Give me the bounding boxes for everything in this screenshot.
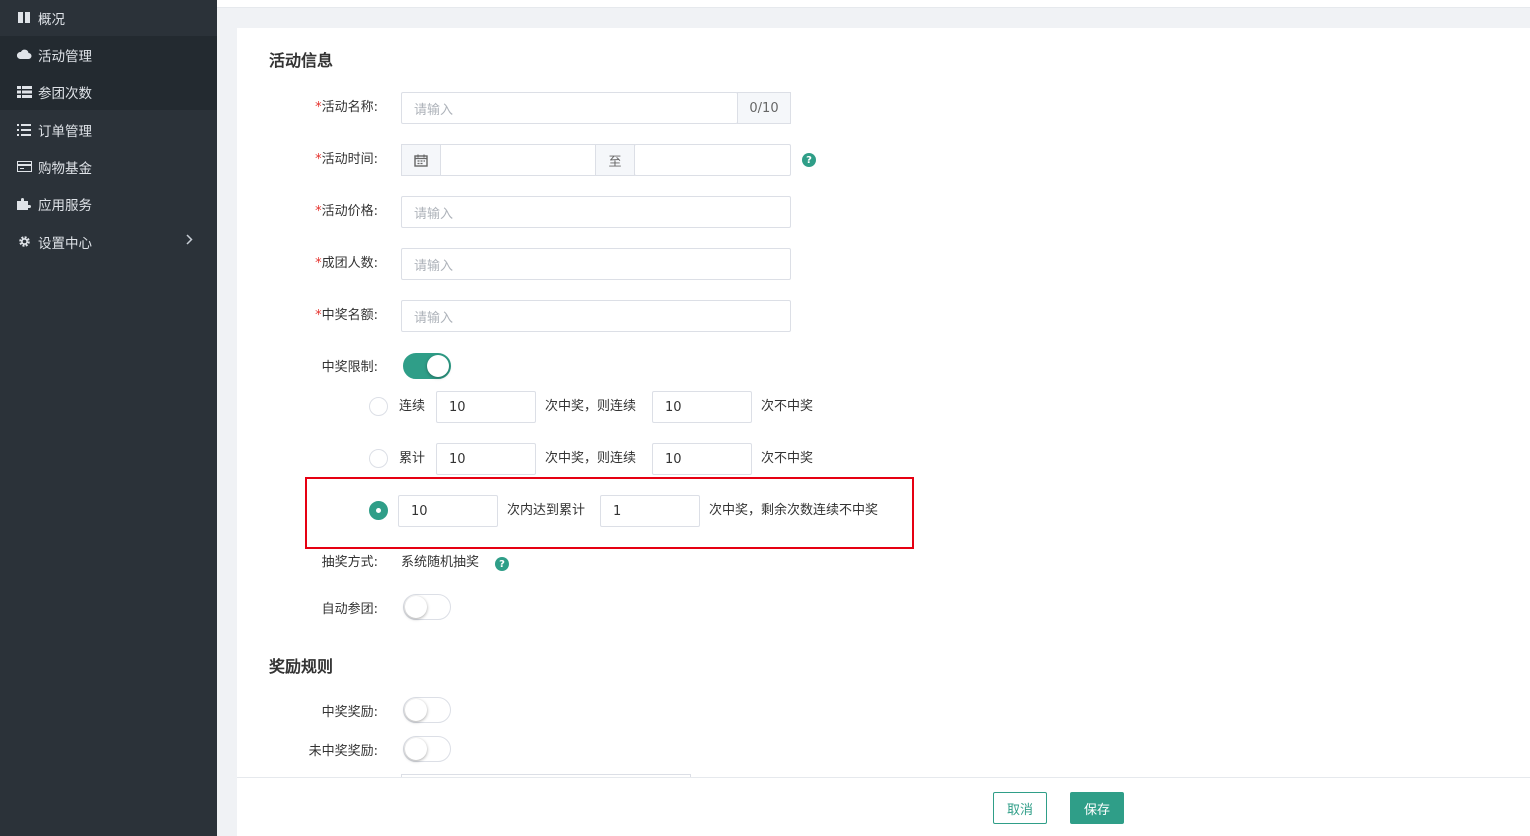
- activity-name-input[interactable]: 请输入: [401, 92, 738, 124]
- cloud-icon: [16, 48, 32, 62]
- table-icon: [16, 85, 32, 99]
- sidebar-item-fund[interactable]: 购物基金: [0, 148, 217, 185]
- win-limit-label: 中奖限制:: [321, 360, 378, 375]
- activity-price-label: *活动价格:: [315, 204, 378, 219]
- top-bar: [217, 0, 1530, 8]
- win-reward-label: 中奖奖励:: [321, 705, 378, 720]
- group-size-label: *成团人数:: [315, 256, 378, 271]
- option-middle-text: 次中奖，则连续: [545, 399, 637, 414]
- option-suffix: 次不中奖: [761, 451, 814, 466]
- sidebar-item-label: 订单管理: [38, 123, 92, 140]
- winners-label: *中奖名额:: [315, 308, 378, 323]
- option-suffix: 次中奖，剩余次数连续不中奖: [709, 503, 879, 518]
- footer-bar: 取消 保存: [237, 777, 1530, 836]
- consecutive-wins-input[interactable]: 10: [436, 391, 536, 423]
- sidebar-item-label: 活动管理: [38, 48, 92, 65]
- start-date-input[interactable]: [440, 144, 596, 176]
- end-date-input[interactable]: [634, 144, 791, 176]
- list-icon: [16, 123, 32, 137]
- save-button[interactable]: 保存: [1070, 792, 1124, 824]
- sidebar-item-label: 参团次数: [38, 85, 92, 102]
- option-middle-text: 次中奖，则连续: [545, 451, 637, 466]
- sidebar-item-label: 购物基金: [38, 160, 92, 177]
- winners-input[interactable]: 请输入: [401, 300, 791, 332]
- calendar-icon[interactable]: [401, 144, 441, 176]
- section-title-reward-rules: 奖励规则: [269, 657, 334, 676]
- cumulative-wins-input[interactable]: 10: [436, 443, 536, 475]
- cumulative-losses-input[interactable]: 10: [652, 443, 752, 475]
- limit-option-consecutive-radio[interactable]: [369, 397, 388, 416]
- lose-reward-label: 未中奖奖励:: [308, 744, 378, 759]
- cancel-button[interactable]: 取消: [993, 792, 1047, 824]
- lose-reward-toggle[interactable]: [403, 736, 451, 762]
- activity-price-input[interactable]: 请输入: [401, 196, 791, 228]
- auto-join-label: 自动参团:: [321, 602, 378, 617]
- help-icon[interactable]: ?: [495, 557, 509, 571]
- win-reward-toggle[interactable]: [403, 697, 451, 723]
- limit-option-within-radio[interactable]: [369, 501, 388, 520]
- option-prefix: 累计: [399, 451, 426, 466]
- chevron-right-icon: [186, 233, 193, 249]
- sidebar-item-app-services[interactable]: 应用服务: [0, 185, 217, 222]
- draw-method-label: 抽奖方式:: [321, 555, 378, 570]
- sidebar: 概况 活动管理 参团次数 订单管理 购物基金 应用服务 设置中心: [0, 0, 217, 836]
- activity-name-label: *活动名称:: [315, 100, 378, 115]
- sidebar-item-label: 应用服务: [38, 197, 92, 214]
- sidebar-item-orders[interactable]: 订单管理: [0, 111, 217, 148]
- char-counter: 0/10: [737, 92, 791, 124]
- cumulative-target-input[interactable]: 1: [600, 495, 700, 527]
- sidebar-item-label: 设置中心: [38, 235, 92, 252]
- gear-icon: [16, 235, 32, 249]
- option-suffix: 次不中奖: [761, 399, 814, 414]
- date-separator: 至: [595, 144, 635, 176]
- puzzle-icon: [16, 197, 32, 211]
- sidebar-item-overview[interactable]: 概况: [0, 0, 217, 36]
- card-icon: [16, 160, 32, 174]
- auto-join-toggle[interactable]: [403, 594, 451, 620]
- win-limit-toggle[interactable]: [403, 353, 451, 379]
- within-times-input[interactable]: 10: [398, 495, 498, 527]
- draw-method-value: 系统随机抽奖: [401, 555, 480, 570]
- consecutive-losses-input[interactable]: 10: [652, 391, 752, 423]
- sidebar-item-activity[interactable]: 活动管理: [0, 36, 217, 73]
- limit-option-cumulative-radio[interactable]: [369, 449, 388, 468]
- book-icon: [16, 11, 32, 25]
- help-icon[interactable]: ?: [802, 153, 816, 167]
- activity-time-label: *活动时间:: [315, 152, 378, 167]
- group-size-input[interactable]: 请输入: [401, 248, 791, 280]
- sidebar-item-participation[interactable]: 参团次数: [0, 73, 217, 110]
- option-prefix: 连续: [399, 399, 426, 414]
- section-title-activity-info: 活动信息: [269, 51, 334, 70]
- sidebar-item-settings[interactable]: 设置中心: [0, 223, 217, 260]
- form-panel: 活动信息 *活动名称: 请输入 0/10 *活动时间: 至 ? *活动价格: 请…: [237, 28, 1530, 777]
- sidebar-item-label: 概况: [38, 11, 65, 28]
- option-middle-text: 次内达到累计: [507, 503, 586, 518]
